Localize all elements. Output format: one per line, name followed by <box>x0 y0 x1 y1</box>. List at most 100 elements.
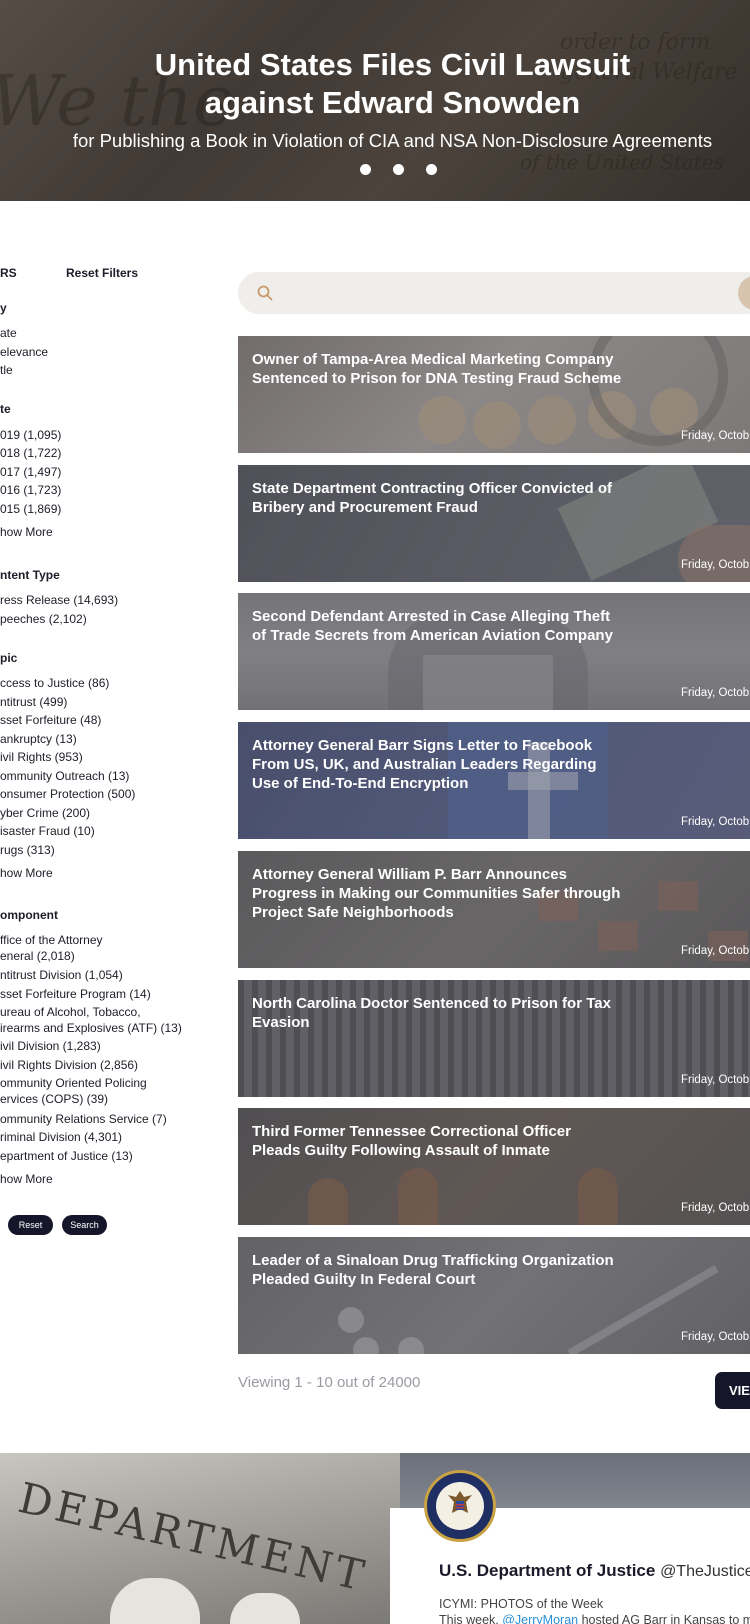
component-option[interactable]: ivil Division (1,283) <box>0 1039 101 1053</box>
building-inscription: DEPARTMENT <box>13 1473 373 1601</box>
component-option[interactable]: sset Forfeiture Program (14) <box>0 987 151 1001</box>
date-option[interactable]: 018 (1,722) <box>0 446 61 460</box>
topic-option[interactable]: sset Forfeiture (48) <box>0 713 101 727</box>
doj-seal-icon <box>424 1470 496 1542</box>
sort-option[interactable]: elevance <box>0 345 48 359</box>
news-card-title[interactable]: State Department Contracting Officer Con… <box>252 479 622 517</box>
news-card-date: Friday, Octob <box>681 816 750 828</box>
component-option-line: irearms and Explosives (ATF) (13) <box>0 1021 182 1035</box>
news-card[interactable]: Second Defendant Arrested in Case Allegi… <box>238 593 750 710</box>
topic-heading: pic <box>0 651 18 665</box>
topic-option[interactable]: yber Crime (200) <box>0 806 90 820</box>
carousel-dot[interactable] <box>426 164 437 175</box>
twitter-name: U.S. Department of Justice <box>439 1561 656 1580</box>
component-option-line: ervices (COPS) (39) <box>0 1092 109 1106</box>
search-button[interactable]: Search <box>62 1215 107 1235</box>
hero-title[interactable]: United States Files Civil Lawsuit agains… <box>0 46 750 122</box>
topic-option[interactable]: ntitrust (499) <box>0 695 67 709</box>
date-option[interactable]: 017 (1,497) <box>0 465 61 479</box>
topic-show-more-link[interactable]: how More <box>0 866 53 880</box>
component-option[interactable]: ommunity Oriented Policing ervices (COPS… <box>0 1076 147 1106</box>
date-heading: te <box>0 402 11 416</box>
news-card-title[interactable]: Second Defendant Arrested in Case Allegi… <box>252 607 622 645</box>
component-option[interactable]: ommunity Relations Service (7) <box>0 1112 167 1126</box>
component-option-line: eneral (2,018) <box>0 949 75 963</box>
tweet-text-line: ICYMI: PHOTOS of the Week <box>439 1597 604 1611</box>
topic-option[interactable]: ankruptcy (13) <box>0 732 77 746</box>
news-card-date: Friday, Octob <box>681 1202 750 1214</box>
topic-option[interactable]: ommunity Outreach (13) <box>0 769 129 783</box>
component-option-line: ommunity Oriented Policing <box>0 1076 147 1090</box>
date-option[interactable]: 015 (1,869) <box>0 502 61 516</box>
sort-option[interactable]: tle <box>0 363 13 377</box>
results-count: Viewing 1 - 10 out of 24000 <box>238 1374 421 1391</box>
sort-option[interactable]: ate <box>0 326 17 340</box>
hero-title-line: against Edward Snowden <box>204 85 581 120</box>
topic-option[interactable]: onsumer Protection (500) <box>0 787 135 801</box>
building-image: DEPARTMENT <box>0 1453 400 1624</box>
twitter-handle: @TheJusticeDe <box>660 1563 750 1580</box>
tweet-text: hosted AG Barr in Kansas to m <box>578 1613 750 1624</box>
content-type-option[interactable]: peeches (2,102) <box>0 612 87 626</box>
component-option[interactable]: ffice of the Attorney eneral (2,018) <box>0 933 103 963</box>
hero-title-line: United States Files Civil Lawsuit <box>154 47 631 82</box>
news-card[interactable]: Third Former Tennessee Correctional Offi… <box>238 1108 750 1225</box>
reset-filters-link[interactable]: Reset Filters <box>66 266 138 280</box>
search-bar[interactable] <box>238 272 750 314</box>
news-card-title[interactable]: Leader of a Sinaloan Drug Trafficking Or… <box>252 1251 622 1289</box>
carousel-dot[interactable] <box>393 164 404 175</box>
tweet-text: This week, <box>439 1613 503 1624</box>
component-option[interactable]: riminal Division (4,301) <box>0 1130 122 1144</box>
date-option[interactable]: 019 (1,095) <box>0 428 61 442</box>
hero-carousel[interactable]: We the order to form general Welfare of … <box>0 0 750 201</box>
page: We the order to form general Welfare of … <box>0 0 750 1624</box>
news-card[interactable]: State Department Contracting Officer Con… <box>238 465 750 582</box>
date-option[interactable]: 016 (1,723) <box>0 483 61 497</box>
eagle-icon <box>448 1491 472 1513</box>
tweet-text-line: This week, @JerryMoran hosted AG Barr in… <box>439 1613 750 1624</box>
sort-heading: y <box>0 301 7 315</box>
component-option[interactable]: epartment of Justice (13) <box>0 1149 133 1163</box>
topic-option[interactable]: rugs (313) <box>0 843 55 857</box>
news-card[interactable]: Attorney General Barr Signs Letter to Fa… <box>238 722 750 839</box>
carousel-dots <box>360 164 460 176</box>
component-option-line: ffice of the Attorney <box>0 933 103 947</box>
reset-button[interactable]: Reset <box>8 1215 53 1235</box>
hero-subtitle: for Publishing a Book in Violation of CI… <box>72 130 713 151</box>
component-option[interactable]: ureau of Alcohol, Tobacco, irearms and E… <box>0 1005 182 1035</box>
news-card[interactable]: Owner of Tampa-Area Medical Marketing Co… <box>238 336 750 453</box>
news-card[interactable]: Attorney General William P. Barr Announc… <box>238 851 750 968</box>
carousel-dot[interactable] <box>360 164 371 175</box>
news-card[interactable]: North Carolina Doctor Sentenced to Priso… <box>238 980 750 1097</box>
news-card[interactable]: Leader of a Sinaloan Drug Trafficking Or… <box>238 1237 750 1354</box>
building-column <box>110 1578 200 1624</box>
component-show-more-link[interactable]: how More <box>0 1172 53 1186</box>
news-card-date: Friday, Octob <box>681 945 750 957</box>
news-card-date: Friday, Octob <box>681 687 750 699</box>
twitter-account-name[interactable]: U.S. Department of Justice @TheJusticeDe <box>439 1561 750 1581</box>
tweet-mention-link[interactable]: @JerryMoran <box>502 1613 578 1624</box>
building-column <box>230 1593 300 1624</box>
news-card-title[interactable]: Owner of Tampa-Area Medical Marketing Co… <box>252 350 622 388</box>
content-type-option[interactable]: ress Release (14,693) <box>0 593 118 607</box>
component-option[interactable]: ntitrust Division (1,054) <box>0 968 123 982</box>
news-card-title[interactable]: North Carolina Doctor Sentenced to Priso… <box>252 994 672 1032</box>
search-icon <box>257 285 273 301</box>
news-card-title[interactable]: Attorney General William P. Barr Announc… <box>252 865 622 922</box>
news-card-date: Friday, Octob <box>681 430 750 442</box>
component-heading: omponent <box>0 908 58 922</box>
topic-option[interactable]: isaster Fraud (10) <box>0 824 95 838</box>
view-all-button[interactable]: VIEW <box>715 1372 750 1409</box>
topic-option[interactable]: ivil Rights (953) <box>0 750 83 764</box>
news-card-date: Friday, Octob <box>681 559 750 571</box>
date-show-more-link[interactable]: how More <box>0 525 53 539</box>
news-card-title[interactable]: Attorney General Barr Signs Letter to Fa… <box>252 736 622 793</box>
component-option-line: ureau of Alcohol, Tobacco, <box>0 1005 141 1019</box>
news-card-date: Friday, Octob <box>681 1331 750 1343</box>
topic-option[interactable]: ccess to Justice (86) <box>0 676 109 690</box>
content-type-heading: ntent Type <box>0 568 60 582</box>
component-option[interactable]: ivil Rights Division (2,856) <box>0 1058 138 1072</box>
news-card-date: Friday, Octob <box>681 1074 750 1086</box>
news-card-title[interactable]: Third Former Tennessee Correctional Offi… <box>252 1122 622 1160</box>
filters-heading: RS <box>0 266 17 280</box>
